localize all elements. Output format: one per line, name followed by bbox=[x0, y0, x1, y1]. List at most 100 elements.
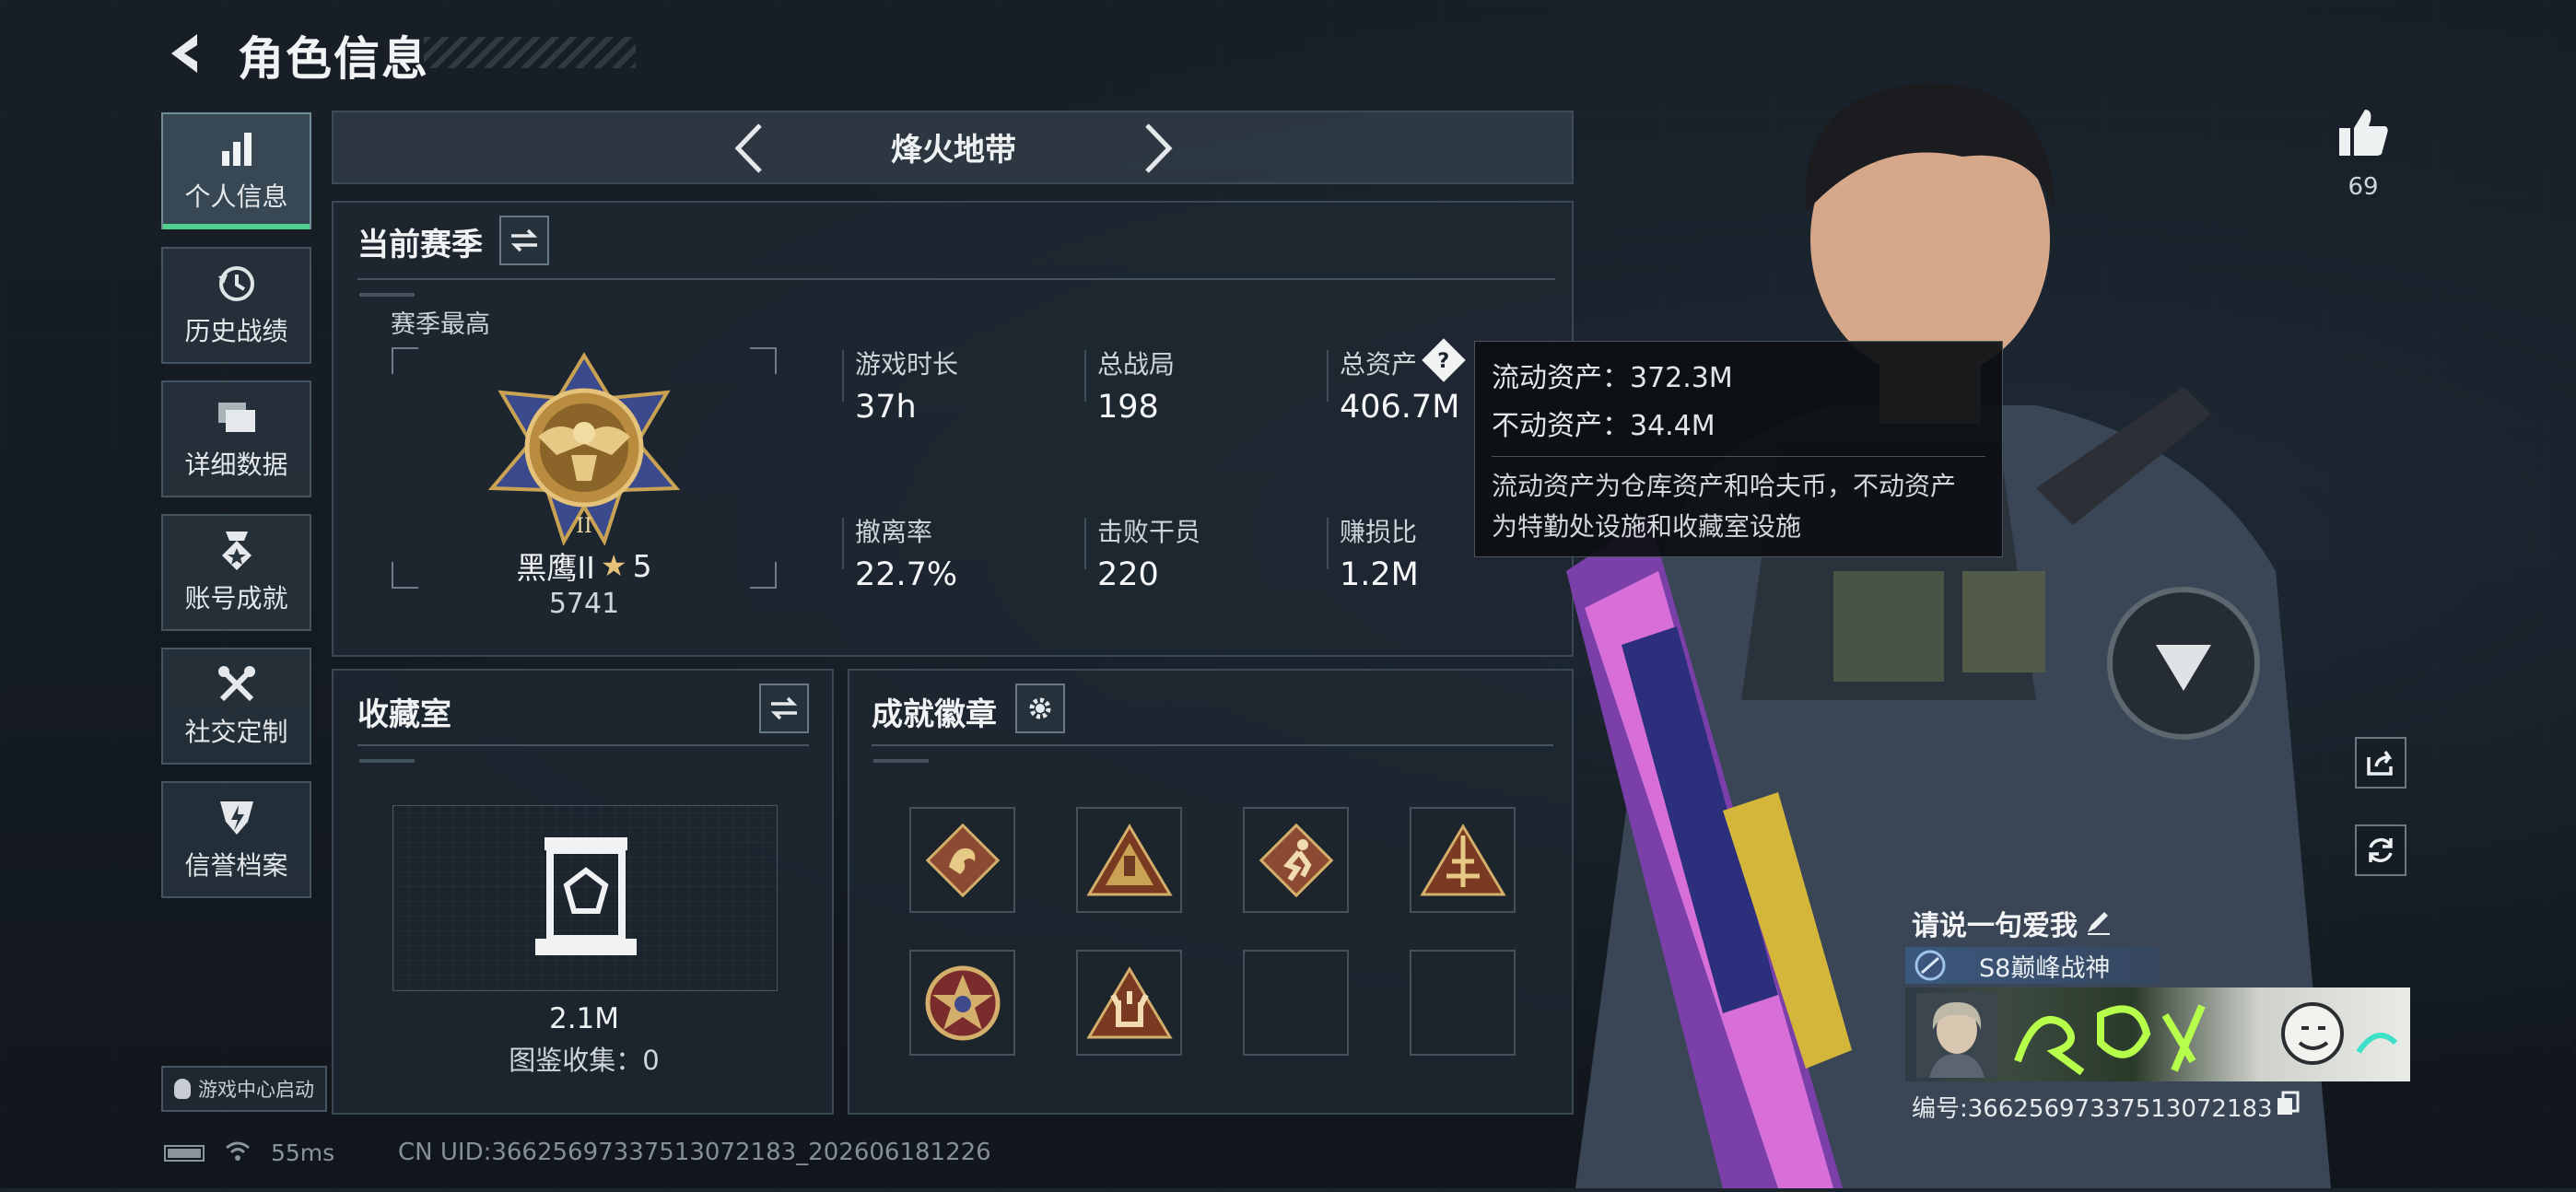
game-center-launch-button[interactable]: 游戏中心启动 bbox=[161, 1066, 327, 1112]
like-button[interactable] bbox=[2336, 106, 2391, 161]
stat-separator bbox=[1084, 518, 1086, 569]
collection-count: 图鉴收集：0 bbox=[509, 1045, 660, 1076]
badge-dragon[interactable] bbox=[909, 807, 1015, 913]
collection-title: 收藏室 bbox=[357, 696, 451, 733]
mode-next-button[interactable] bbox=[1131, 116, 1187, 181]
tooltip-fixed-assets: 不动资产：34.4M bbox=[1492, 410, 1715, 442]
badges-settings-button[interactable] bbox=[1015, 684, 1065, 733]
decor-mark bbox=[359, 293, 415, 297]
season-switch-button[interactable] bbox=[499, 216, 549, 265]
rank-score: 5741 bbox=[548, 588, 620, 620]
sidebar-item-personal-info[interactable]: 个人信息 bbox=[161, 112, 311, 229]
avatar[interactable] bbox=[1916, 993, 1997, 1078]
collection-divider bbox=[357, 744, 809, 746]
sidebar-item-label: 信誉档案 bbox=[184, 849, 288, 881]
sidebar-item-label: 社交定制 bbox=[184, 716, 288, 747]
sidebar-item-social[interactable]: 社交定制 bbox=[161, 648, 311, 765]
qq-penguin-icon bbox=[174, 1079, 191, 1099]
badge-hand-sign[interactable] bbox=[1076, 950, 1182, 1056]
rank-line: 黑鹰II ★ 5 bbox=[483, 543, 685, 588]
tooltip-liquid-assets: 流动资产：372.3M bbox=[1492, 362, 1733, 394]
stat-matches-label: 总战局 bbox=[1097, 349, 1176, 380]
season-divider bbox=[357, 278, 1555, 280]
stat-profit-value: 1.2M bbox=[1340, 556, 1419, 593]
copy-id-button[interactable] bbox=[2276, 1091, 2300, 1116]
rank-stars: 5 bbox=[632, 547, 652, 584]
hand-sign-badge-icon bbox=[1085, 965, 1173, 1038]
refresh-icon bbox=[2369, 837, 2393, 863]
sidebar-item-label: 历史战绩 bbox=[184, 315, 288, 346]
sidebar-item-detailed-data[interactable]: 详细数据 bbox=[161, 380, 311, 497]
like-count: 69 bbox=[2348, 173, 2379, 201]
sidebar-item-history[interactable]: 历史战绩 bbox=[161, 247, 311, 364]
motto-text: 请说一句爱我 bbox=[1912, 910, 2078, 942]
season-title: 当前赛季 bbox=[357, 227, 483, 263]
wifi-icon bbox=[225, 1139, 251, 1166]
star-medal-badge-icon bbox=[925, 965, 1000, 1040]
reputation-shield-icon bbox=[217, 798, 257, 838]
stat-separator bbox=[1084, 350, 1086, 402]
mode-label: 烽火地带 bbox=[891, 132, 1016, 169]
dragon-badge-icon bbox=[925, 823, 1000, 897]
history-clock-icon bbox=[217, 263, 257, 304]
sidebar-item-label: 账号成就 bbox=[184, 582, 288, 614]
achievement-medal-icon bbox=[217, 531, 257, 571]
runner-badge-icon bbox=[1259, 823, 1333, 897]
profile-banner[interactable] bbox=[1905, 987, 2410, 1081]
swap-arrows-icon bbox=[770, 696, 798, 720]
pencil-icon bbox=[2088, 912, 2110, 935]
sidebar-item-reputation[interactable]: 信誉档案 bbox=[161, 781, 311, 898]
star-icon: ★ bbox=[600, 548, 627, 583]
badge-star-medal[interactable] bbox=[909, 950, 1015, 1056]
decor-mark bbox=[359, 759, 415, 763]
thumbs-up-icon bbox=[2339, 110, 2388, 156]
display-case-icon bbox=[535, 837, 637, 955]
stat-kills-label: 击败干员 bbox=[1097, 517, 1201, 547]
edit-motto-button[interactable] bbox=[2084, 906, 2113, 936]
stat-matches-value: 198 bbox=[1097, 389, 1159, 426]
share-button[interactable] bbox=[2355, 737, 2406, 789]
stat-extract-label: 撤离率 bbox=[855, 517, 933, 547]
gear-icon bbox=[1029, 697, 1051, 719]
page-title: 角色信息 bbox=[238, 32, 429, 86]
stat-assets-label: 总资产 bbox=[1340, 349, 1418, 380]
stat-playtime-label: 游戏时长 bbox=[855, 349, 959, 380]
sidebar-item-label: 详细数据 bbox=[184, 449, 288, 480]
chevron-left-icon bbox=[734, 123, 762, 173]
badge-empty-slot[interactable] bbox=[1243, 950, 1349, 1056]
back-button[interactable] bbox=[157, 26, 221, 81]
uid-footer: CN UID:3662569733751307218​3_20260618122… bbox=[398, 1139, 991, 1166]
stat-separator bbox=[1327, 350, 1329, 402]
decor-mark bbox=[873, 759, 929, 763]
badge-runner[interactable] bbox=[1243, 807, 1349, 913]
mode-prev-button[interactable] bbox=[720, 116, 776, 181]
folders-icon bbox=[217, 397, 257, 438]
stat-kills-value: 220 bbox=[1097, 556, 1159, 593]
sidebar-item-label: 个人信息 bbox=[184, 181, 288, 212]
share-icon bbox=[2367, 751, 2393, 776]
chevron-right-icon bbox=[1145, 123, 1173, 173]
season-best-label: 赛季最高 bbox=[391, 310, 490, 339]
rank-title-emblem-icon bbox=[1914, 950, 1946, 981]
rank-title-chip: S8巅峰战神 bbox=[1905, 947, 2160, 984]
stat-separator bbox=[1327, 518, 1329, 569]
sidebar-item-achievements[interactable]: 账号成就 bbox=[161, 514, 311, 631]
battery-icon bbox=[164, 1144, 205, 1162]
svg-text:II: II bbox=[576, 515, 591, 538]
tooltip-divider bbox=[1492, 456, 1985, 457]
collection-switch-button[interactable] bbox=[759, 684, 809, 733]
player-id[interactable]: 编号:3662569733751307218​3 bbox=[1912, 1090, 2273, 1124]
stat-separator bbox=[842, 350, 844, 402]
badge-pyramid[interactable] bbox=[1076, 807, 1182, 913]
collection-preview[interactable] bbox=[392, 805, 778, 991]
bar-chart-icon bbox=[217, 129, 257, 169]
title-decoration bbox=[424, 37, 636, 68]
collection-value: 2.1M bbox=[548, 1002, 620, 1035]
tools-icon bbox=[217, 664, 257, 705]
back-arrow-icon bbox=[171, 34, 197, 73]
status-bar: 55ms bbox=[164, 1139, 334, 1166]
refresh-button[interactable] bbox=[2355, 824, 2406, 876]
swap-arrows-icon bbox=[510, 228, 538, 252]
rank-name: 黑鹰II bbox=[516, 550, 595, 586]
rock-graffiti-art bbox=[2014, 1002, 2398, 1076]
